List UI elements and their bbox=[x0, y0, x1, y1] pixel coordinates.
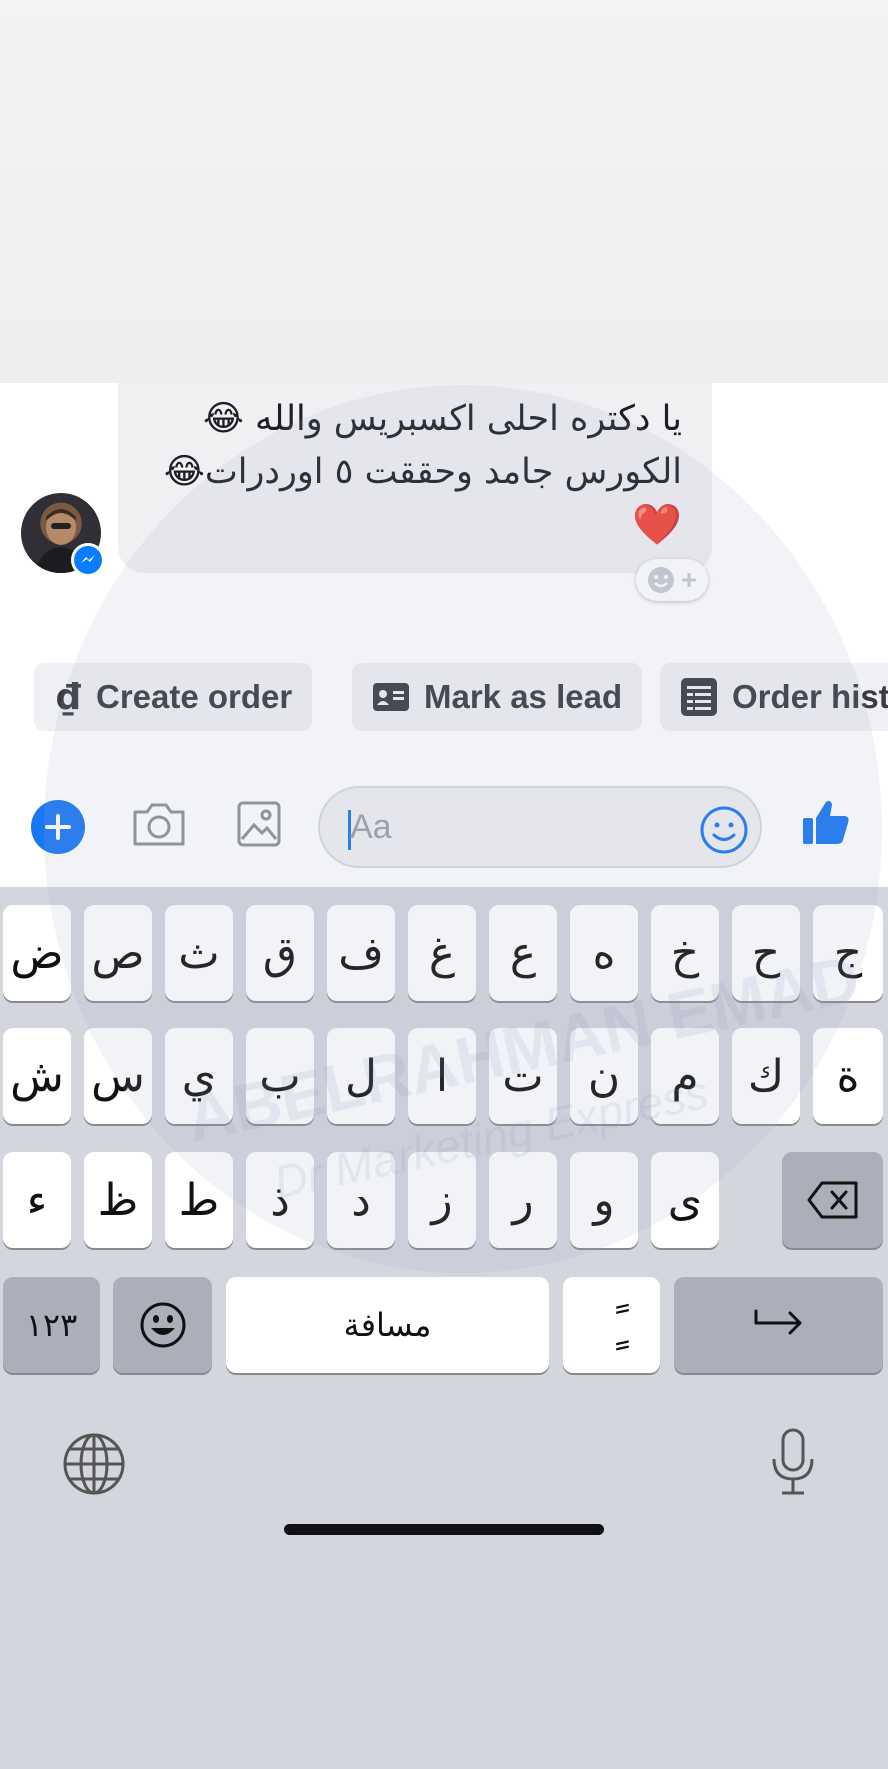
key[interactable]: ظ bbox=[84, 1152, 152, 1248]
like-button[interactable] bbox=[800, 796, 852, 852]
key[interactable]: ث bbox=[165, 905, 233, 1001]
thumbs-up-icon bbox=[803, 801, 849, 844]
camera-icon bbox=[133, 803, 185, 846]
globe-button[interactable] bbox=[62, 1432, 126, 1500]
key[interactable]: م bbox=[651, 1028, 719, 1124]
numbers-key[interactable]: ١٢٣ bbox=[3, 1277, 100, 1373]
home-indicator[interactable] bbox=[284, 1524, 604, 1535]
emoji-icon bbox=[140, 1302, 185, 1348]
key[interactable]: ر bbox=[489, 1152, 557, 1248]
key[interactable]: ل bbox=[327, 1028, 395, 1124]
key[interactable]: ج bbox=[813, 905, 883, 1001]
top-empty-area bbox=[0, 0, 888, 383]
smiley-icon bbox=[700, 806, 748, 854]
key[interactable]: ز bbox=[408, 1152, 476, 1248]
key[interactable]: س bbox=[84, 1028, 152, 1124]
bottom-filler bbox=[0, 1553, 888, 1769]
key[interactable]: ن bbox=[570, 1028, 638, 1124]
messenger-badge-icon bbox=[71, 543, 105, 577]
message-bubble[interactable]: يا دكتره احلى اكسبريس والله 😂 الكورس جام… bbox=[118, 383, 712, 573]
key[interactable]: د bbox=[327, 1152, 395, 1248]
return-arrow-icon bbox=[754, 1309, 801, 1335]
key[interactable]: و bbox=[570, 1152, 638, 1248]
message-line-1: يا دكتره احلى اكسبريس والله 😂 bbox=[203, 399, 682, 439]
key[interactable]: ش bbox=[3, 1028, 71, 1124]
composer-bar bbox=[0, 780, 888, 876]
key[interactable]: ا bbox=[408, 1028, 476, 1124]
message-input[interactable] bbox=[350, 802, 670, 852]
key[interactable]: ق bbox=[246, 905, 314, 1001]
key[interactable]: ط bbox=[165, 1152, 233, 1248]
image-icon bbox=[237, 801, 281, 847]
list-document-icon bbox=[680, 677, 718, 717]
create-order-label: Create order bbox=[96, 678, 293, 715]
key[interactable]: ب bbox=[246, 1028, 314, 1124]
key[interactable]: ذ bbox=[246, 1152, 314, 1248]
dictation-button[interactable] bbox=[768, 1427, 818, 1501]
message-line-2: الكورس جامد وحققت ٥ اوردرات😂 bbox=[163, 452, 682, 492]
arabic-keyboard: ض ص ث ق ف غ ع ه خ ح ج ش س ي ب ل ا ت ن م … bbox=[0, 887, 888, 1553]
key[interactable]: ت bbox=[489, 1028, 557, 1124]
message-input-box[interactable] bbox=[318, 786, 762, 868]
key[interactable]: ض bbox=[3, 905, 71, 1001]
mark-as-lead-label: Mark as lead bbox=[424, 678, 623, 715]
message-line-3: ❤️ bbox=[632, 502, 682, 548]
quick-actions-bar: ₫ Create order Mark as lead Order hist bbox=[0, 663, 888, 731]
key[interactable]: ع bbox=[489, 905, 557, 1001]
emoji-button[interactable] bbox=[698, 804, 750, 860]
plus-icon bbox=[682, 573, 696, 587]
mark-as-lead-button[interactable]: Mark as lead bbox=[352, 663, 643, 731]
key[interactable]: ء bbox=[3, 1152, 71, 1248]
order-history-label: Order hist bbox=[732, 678, 888, 715]
key[interactable]: ك bbox=[732, 1028, 800, 1124]
create-order-button[interactable]: ₫ Create order bbox=[34, 663, 313, 731]
contact-card-icon bbox=[372, 682, 410, 712]
key[interactable]: غ bbox=[408, 905, 476, 1001]
order-history-button[interactable]: Order hist bbox=[660, 663, 888, 731]
add-reaction-button[interactable] bbox=[636, 559, 708, 601]
microphone-icon bbox=[772, 1428, 814, 1495]
key[interactable]: ه bbox=[570, 905, 638, 1001]
backspace-key[interactable] bbox=[782, 1152, 883, 1248]
key[interactable]: ى bbox=[651, 1152, 719, 1248]
smiley-icon bbox=[648, 567, 674, 593]
globe-icon bbox=[63, 1433, 125, 1495]
return-key[interactable] bbox=[674, 1277, 883, 1373]
more-actions-button[interactable] bbox=[31, 800, 85, 854]
plus-icon bbox=[45, 814, 71, 840]
gallery-button[interactable] bbox=[236, 798, 282, 854]
key[interactable]: ف bbox=[327, 905, 395, 1001]
backspace-icon bbox=[807, 1181, 857, 1219]
key[interactable]: خ bbox=[651, 905, 719, 1001]
svg-text:₫: ₫ bbox=[56, 677, 81, 717]
key[interactable]: ة bbox=[813, 1028, 883, 1124]
camera-button[interactable] bbox=[131, 798, 187, 854]
diacritic-key[interactable]: ًٍ bbox=[563, 1277, 660, 1373]
key[interactable]: ص bbox=[84, 905, 152, 1001]
space-key[interactable]: مسافة bbox=[226, 1277, 549, 1373]
dong-currency-icon: ₫ bbox=[54, 677, 82, 717]
key[interactable]: ح bbox=[732, 905, 800, 1001]
key[interactable]: ي bbox=[165, 1028, 233, 1124]
emoji-key[interactable] bbox=[113, 1277, 212, 1373]
